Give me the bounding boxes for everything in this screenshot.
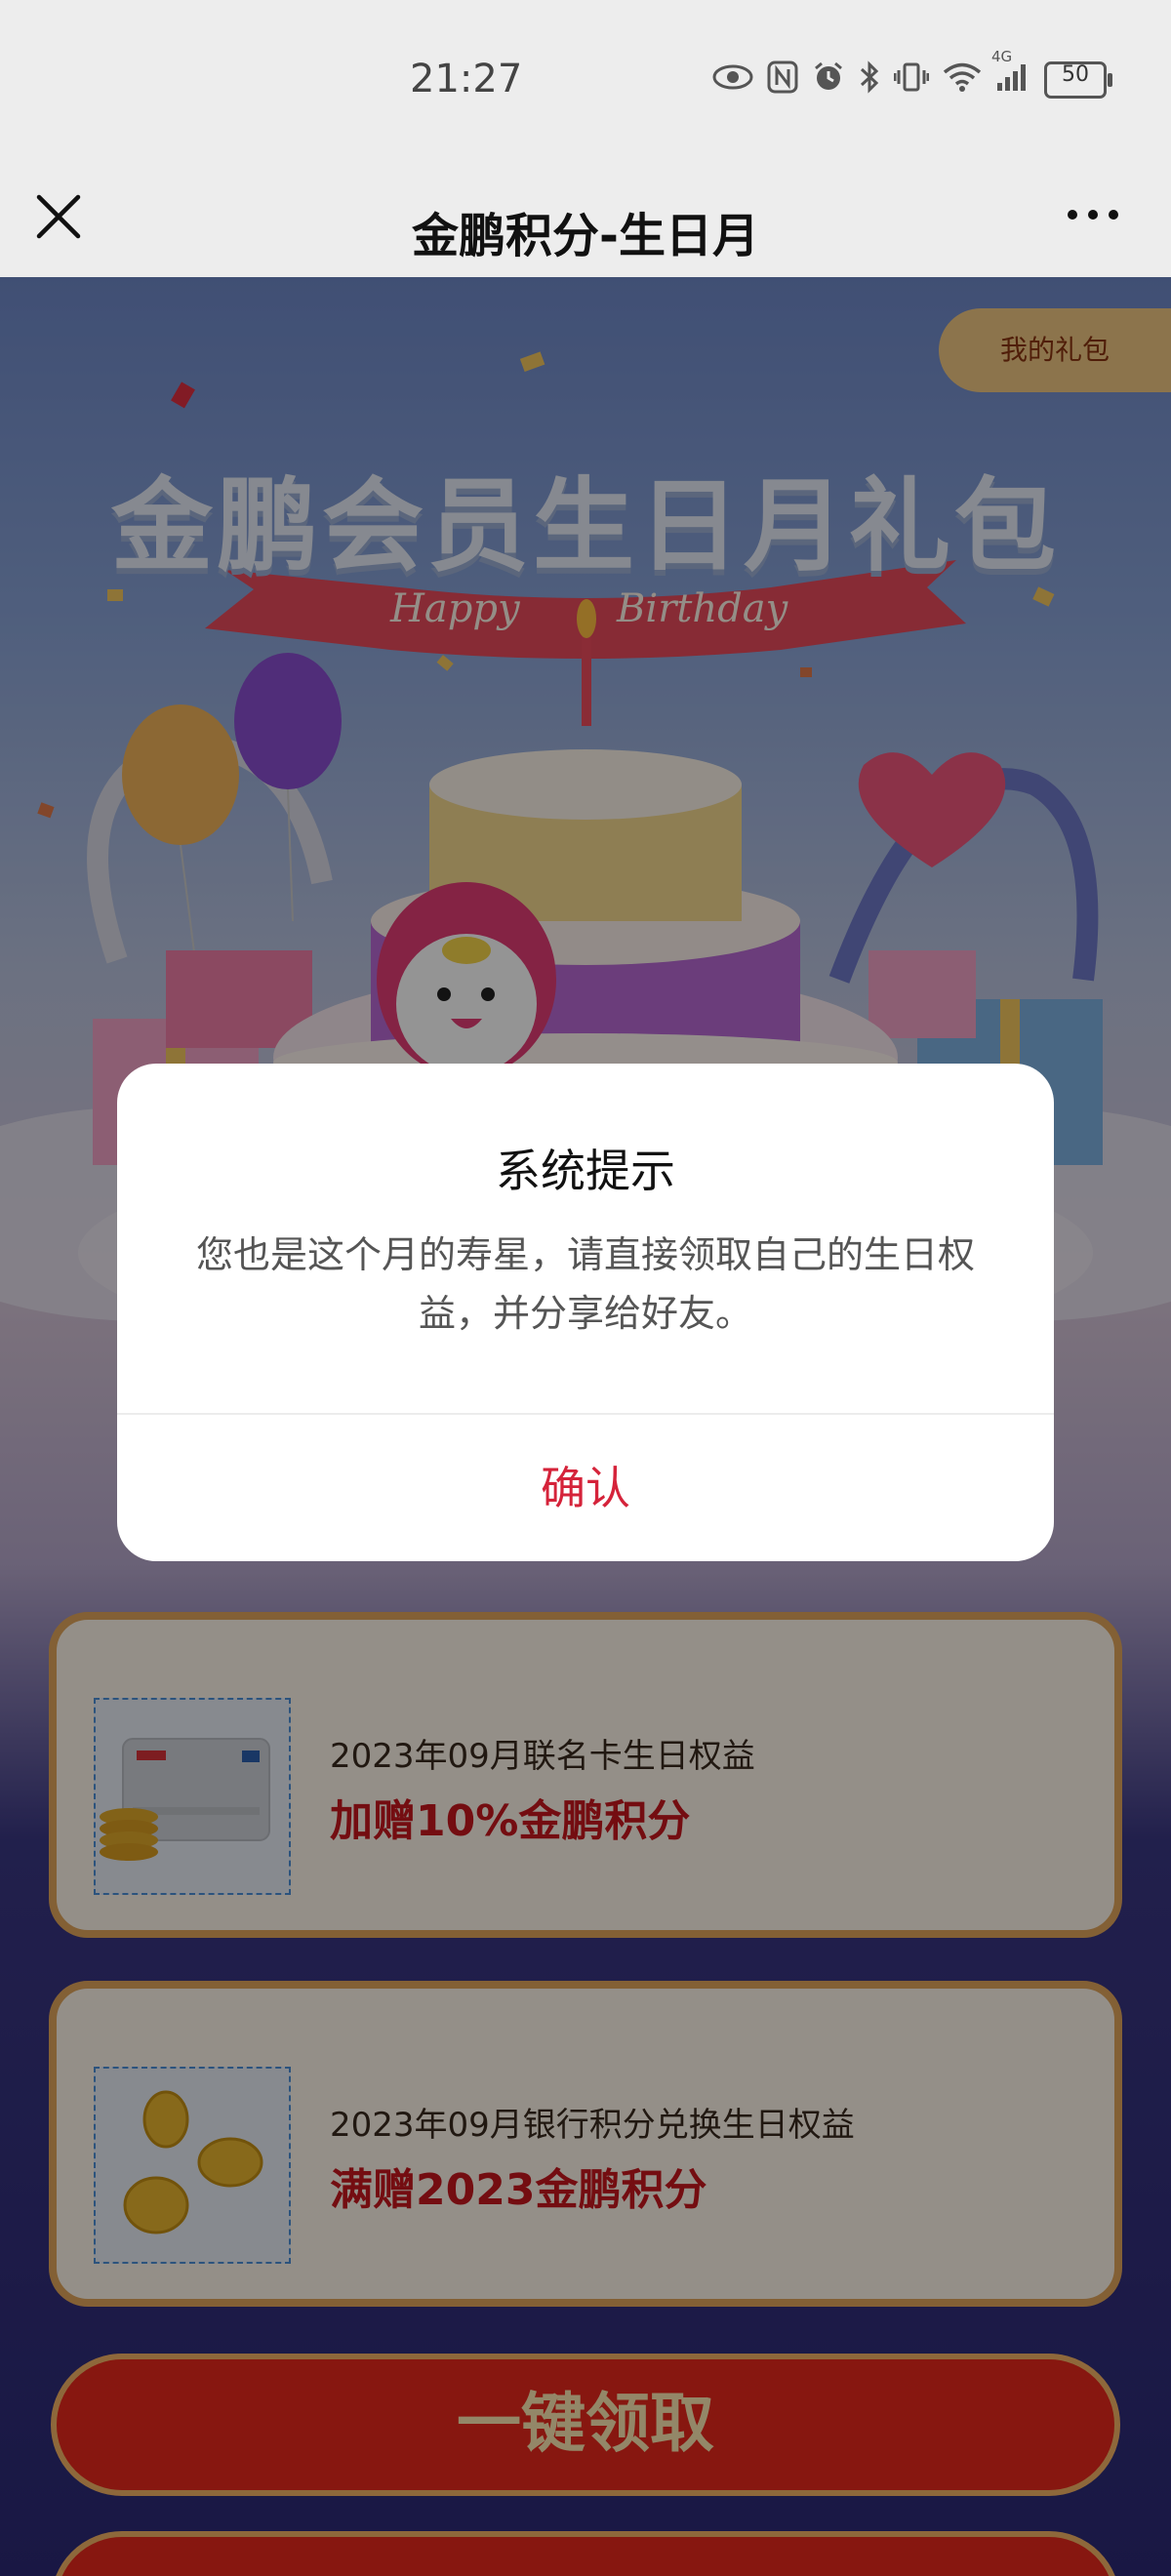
dialog-message: 您也是这个月的寿星，请直接领取自己的生日权益，并分享给好友。 [195,1233,975,1335]
close-icon [36,194,81,239]
dialog-title: 系统提示 [496,1145,675,1197]
status-time: 21:27 [410,57,523,101]
nav-bar: 金鹏积分-生日月 [0,168,1171,278]
page-title: 金鹏积分-生日月 [412,209,759,263]
system-dialog: 系统提示 您也是这个月的寿星，请直接领取自己的生日权益，并分享给好友。 确认 [117,1064,1054,1561]
bluetooth-icon [859,60,880,100]
alarm-icon [812,60,845,100]
vibrate-icon [893,61,930,99]
status-bar: 21:27 4G 50 [0,0,1171,168]
signal-icon: 4G [991,50,1030,99]
network-type: 4G [991,48,1013,65]
more-icon [1068,210,1118,220]
status-icons: 4G 50 [712,50,1112,100]
nfc-icon [767,60,798,100]
eye-icon [712,63,753,97]
more-button[interactable] [1064,195,1122,234]
battery-icon: 50 [1044,61,1112,99]
wifi-icon [943,61,982,99]
close-button[interactable] [33,191,84,242]
confirm-button[interactable]: 确认 [117,1415,1054,1561]
